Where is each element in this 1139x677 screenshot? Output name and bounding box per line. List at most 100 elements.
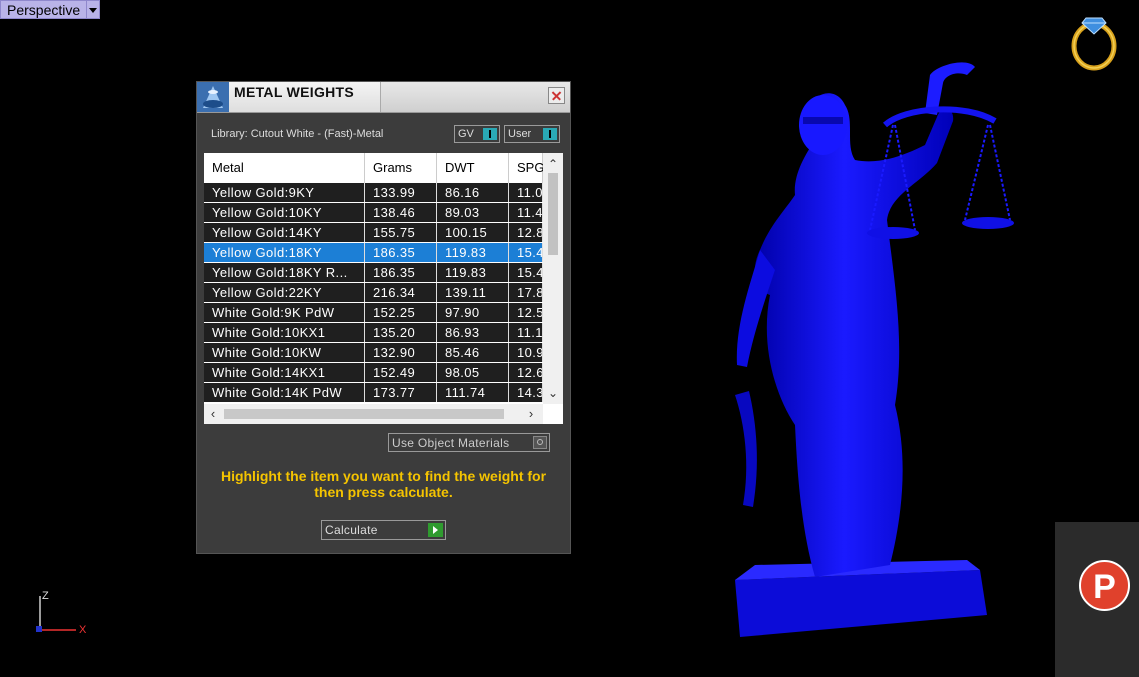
table-body: Yellow Gold:9KY133.9986.1611.08Yellow Go… [204, 183, 543, 403]
vertical-scroll-thumb[interactable] [548, 173, 558, 255]
user-toggle-label: User [508, 128, 532, 140]
scroll-down-icon[interactable]: ⌄ [543, 384, 563, 402]
cell-grams: 132.90 [365, 343, 437, 362]
cell-metal: Yellow Gold:18KY [204, 243, 365, 262]
table-row[interactable]: White Gold:10KX1135.2086.9311.18 [204, 323, 543, 343]
table-row[interactable]: Yellow Gold:14KY155.75100.1512.88 [204, 223, 543, 243]
cell-dwt: 98.05 [437, 363, 509, 382]
cell-grams: 186.35 [365, 243, 437, 262]
toggle-knob-icon [483, 128, 497, 140]
cell-dwt: 97.90 [437, 303, 509, 322]
toggle-knob-icon [543, 128, 557, 140]
p-logo-icon[interactable]: P [1079, 560, 1130, 611]
dialog-title: METAL WEIGHTS [234, 84, 355, 100]
gv-toggle[interactable]: GV [454, 125, 500, 143]
scroll-left-icon[interactable]: ‹ [204, 404, 222, 424]
cell-dwt: 139.11 [437, 283, 509, 302]
metal-weights-dialog: METAL WEIGHTS Library: Cutout White - (F… [196, 81, 571, 554]
cell-metal: Yellow Gold:22KY [204, 283, 365, 302]
cell-spg: 14.37 [509, 383, 543, 402]
cell-grams: 186.35 [365, 263, 437, 282]
cell-grams: 216.34 [365, 283, 437, 302]
cell-dwt: 85.46 [437, 343, 509, 362]
cell-spg: 17.89 [509, 283, 543, 302]
scroll-up-icon[interactable]: ⌃ [543, 155, 563, 173]
column-header-grams[interactable]: Grams [365, 153, 437, 183]
table-header: Metal Grams DWT SPG [204, 153, 544, 183]
viewport-label[interactable]: Perspective [0, 0, 101, 19]
table-row[interactable]: Yellow Gold:18KY R...186.35119.8315.41 [204, 263, 543, 283]
horizontal-scrollbar[interactable]: ‹ › [204, 404, 543, 424]
column-header-metal[interactable]: Metal [204, 153, 365, 183]
column-header-spg[interactable]: SPG [509, 153, 544, 183]
metal-table[interactable]: Metal Grams DWT SPG Yellow Gold:9KY 133.9… [204, 153, 563, 424]
calculate-button[interactable]: Calculate [321, 520, 446, 540]
library-label: Library: Cutout White - (Fast)-Metal [211, 128, 384, 140]
instruction-text: Highlight the item you want to find the … [220, 468, 547, 500]
cell-dwt: 86.93 [437, 323, 509, 342]
calculate-label: Calculate [325, 523, 378, 537]
cell-dwt: 100.15 [437, 223, 509, 242]
table-row[interactable]: White Gold:14KX1152.4998.0512.61 [204, 363, 543, 383]
cell-metal: White Gold:10KX1 [204, 323, 365, 342]
cell-grams: 135.20 [365, 323, 437, 342]
cell-dwt: 86.16 [437, 183, 509, 202]
z-axis-label: Z [42, 590, 49, 602]
cell-spg: 12.59 [509, 303, 543, 322]
cell-spg: 11.08 [509, 183, 543, 202]
app-badge[interactable]: P [1055, 522, 1139, 677]
cell-spg: 12.61 [509, 363, 543, 382]
play-icon [428, 523, 443, 537]
table-row[interactable]: Yellow Gold:9KY133.9986.1611.08 [204, 183, 543, 203]
cell-metal: White Gold:14KX1 [204, 363, 365, 382]
radio-icon[interactable] [533, 436, 547, 449]
cell-metal: White Gold:9K PdW [204, 303, 365, 322]
viewport-dropdown-icon[interactable] [87, 0, 101, 19]
cell-grams: 133.99 [365, 183, 437, 202]
x-axis-label: X [79, 624, 87, 636]
table-row[interactable]: White Gold:10KW132.9085.4610.99 [204, 343, 543, 363]
table-row[interactable]: Yellow Gold:10KY138.4689.0311.45 [204, 203, 543, 223]
use-object-materials-option[interactable]: Use Object Materials [388, 433, 550, 452]
cell-metal: White Gold:14K PdW [204, 383, 365, 402]
axis-gizmo: Z X [28, 588, 98, 640]
dialog-titlebar[interactable]: METAL WEIGHTS [197, 82, 570, 113]
cell-metal: White Gold:10KW [204, 343, 365, 362]
cell-grams: 138.46 [365, 203, 437, 222]
horizontal-scroll-thumb[interactable] [224, 409, 504, 419]
cell-spg: 12.88 [509, 223, 543, 242]
table-row[interactable]: White Gold:9K PdW152.2597.9012.59 [204, 303, 543, 323]
table-row[interactable]: Yellow Gold:18KY186.35119.8315.41 [204, 243, 543, 263]
cell-grams: 155.75 [365, 223, 437, 242]
cell-spg: 15.41 [509, 243, 543, 262]
cell-spg: 11.45 [509, 203, 543, 222]
viewport-name[interactable]: Perspective [0, 0, 88, 19]
vertical-scrollbar[interactable]: ⌃ ⌄ [543, 153, 563, 404]
cell-spg: 15.41 [509, 263, 543, 282]
use-object-materials-label: Use Object Materials [392, 436, 510, 450]
column-header-dwt[interactable]: DWT [437, 153, 509, 183]
ring-icon[interactable] [1066, 6, 1122, 72]
cell-metal: Yellow Gold:18KY R... [204, 263, 365, 282]
cell-metal: Yellow Gold:10KY [204, 203, 365, 222]
cell-metal: Yellow Gold:14KY [204, 223, 365, 242]
table-row[interactable]: Yellow Gold:22KY216.34139.1117.89 [204, 283, 543, 303]
cell-dwt: 111.74 [437, 383, 509, 402]
gv-toggle-label: GV [458, 128, 474, 140]
app-logo-icon [197, 82, 229, 112]
cell-dwt: 119.83 [437, 263, 509, 282]
axis-lines-icon [36, 596, 76, 632]
cell-grams: 152.49 [365, 363, 437, 382]
user-toggle[interactable]: User [504, 125, 560, 143]
cell-dwt: 89.03 [437, 203, 509, 222]
cell-spg: 11.18 [509, 323, 543, 342]
scroll-right-icon[interactable]: › [522, 404, 540, 424]
close-icon[interactable] [548, 87, 565, 104]
cell-spg: 10.99 [509, 343, 543, 362]
cell-dwt: 119.83 [437, 243, 509, 262]
cell-grams: 173.77 [365, 383, 437, 402]
table-row[interactable]: White Gold:14K PdW173.77111.7414.37 [204, 383, 543, 403]
cell-metal: Yellow Gold:9KY [204, 183, 365, 202]
lady-justice-statue-model[interactable] [705, 45, 1025, 645]
cell-grams: 152.25 [365, 303, 437, 322]
